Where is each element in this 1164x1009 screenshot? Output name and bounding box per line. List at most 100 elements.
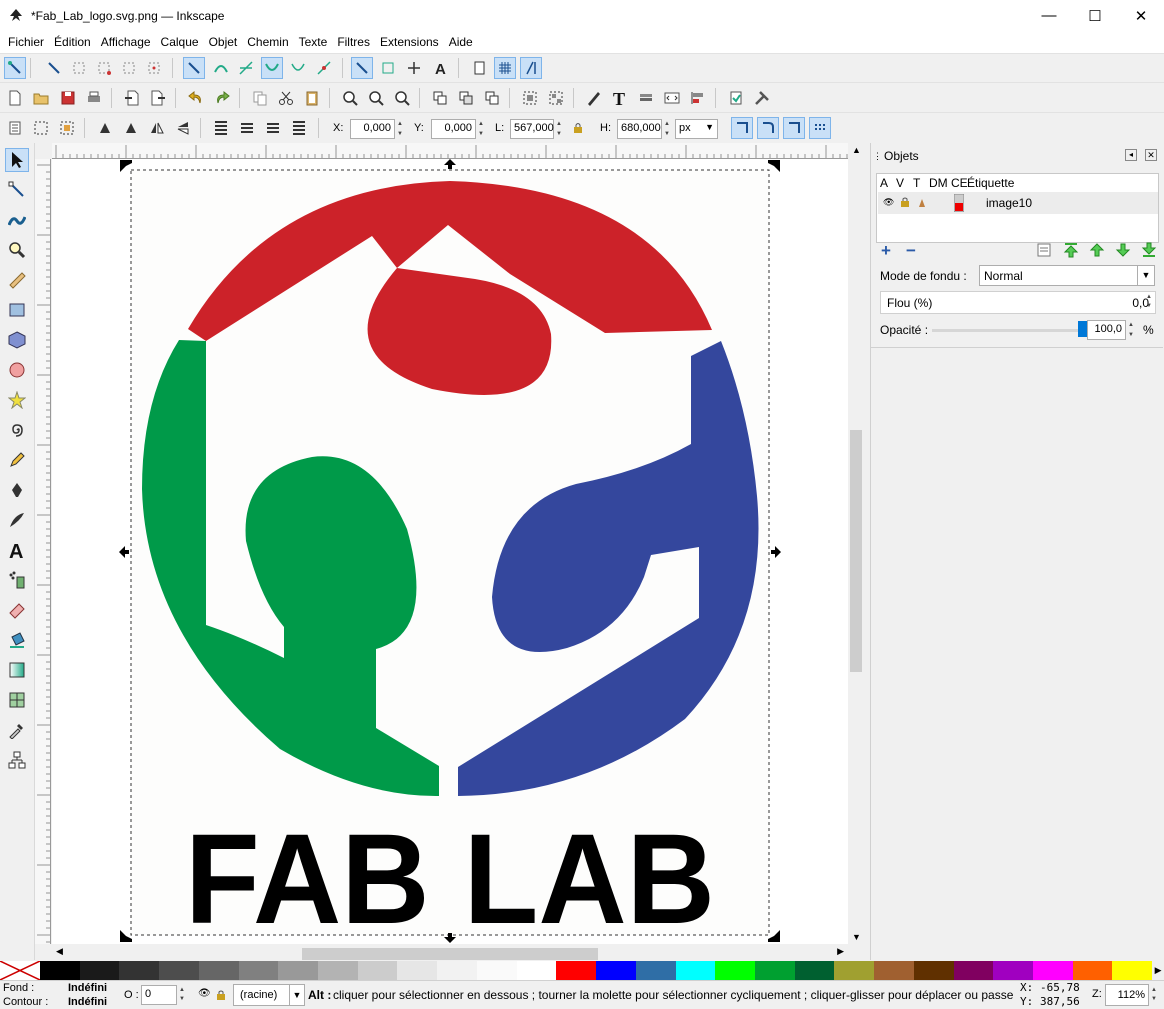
no-paint-swatch[interactable] (0, 961, 40, 980)
pen-tool-icon[interactable] (5, 478, 29, 502)
transform-patterns-icon[interactable] (809, 117, 831, 139)
object-label[interactable]: image10 (986, 196, 1032, 210)
snap-toggle-icon[interactable] (4, 57, 26, 79)
height-field[interactable]: 680,000 (617, 119, 662, 139)
snap-page-icon[interactable] (468, 57, 490, 79)
spray-tool-icon[interactable] (5, 568, 29, 592)
new-document-icon[interactable] (4, 87, 26, 109)
current-layer-select[interactable]: (racine) ▼ (233, 984, 305, 1006)
fill-value[interactable]: Indéfini (68, 982, 107, 994)
fill-stroke-icon[interactable] (583, 87, 605, 109)
lower-to-bottom-icon[interactable] (1141, 242, 1157, 258)
color-swatch[interactable] (834, 961, 875, 980)
close-button[interactable]: ✕ (1118, 0, 1164, 31)
raise-icon[interactable] (1089, 242, 1105, 258)
menu-edition[interactable]: Édition (49, 35, 96, 49)
transform-gradients-icon[interactable] (783, 117, 805, 139)
zoom-tool-icon[interactable] (5, 238, 29, 262)
zoom-selection-icon[interactable] (339, 87, 361, 109)
menu-filtres[interactable]: Filtres (332, 35, 375, 49)
handle-top[interactable] (444, 159, 456, 169)
color-swatch[interactable] (596, 961, 636, 980)
paste-icon[interactable] (301, 87, 323, 109)
layer-lock-icon[interactable] (216, 990, 226, 1000)
clone-icon[interactable] (455, 87, 477, 109)
snap-cusp-icon[interactable] (261, 57, 283, 79)
cut-icon[interactable] (275, 87, 297, 109)
opacity-spinner[interactable]: ▲ ▼ (1128, 320, 1134, 340)
color-swatch[interactable] (993, 961, 1033, 980)
pencil-tool-icon[interactable] (5, 448, 29, 472)
visibility-eye-icon[interactable]: 👁 (883, 197, 894, 208)
remove-icon[interactable]: − (906, 241, 916, 261)
color-swatch[interactable] (437, 961, 477, 980)
height-spinner[interactable]: ▲ ▼ (662, 119, 672, 139)
color-swatch[interactable] (635, 961, 676, 980)
handle-top-left[interactable] (120, 160, 132, 172)
text-font-icon[interactable]: T (609, 87, 631, 109)
color-swatch[interactable] (953, 961, 994, 980)
raise-icon[interactable] (236, 117, 258, 139)
menu-texte[interactable]: Texte (294, 35, 333, 49)
opacity-slider-track[interactable] (932, 329, 1082, 332)
snap-smooth-icon[interactable] (287, 57, 309, 79)
col-v[interactable]: V (896, 176, 904, 190)
color-swatch[interactable] (159, 961, 199, 980)
snap-bbox-midpoint-icon[interactable] (118, 57, 140, 79)
minimize-button[interactable]: — (1026, 0, 1072, 31)
connector-tool-icon[interactable] (5, 748, 29, 772)
dropper-tool-icon[interactable] (5, 718, 29, 742)
color-swatch[interactable] (913, 961, 954, 980)
color-swatch[interactable] (1072, 961, 1113, 980)
vertical-scroll-thumb[interactable] (850, 430, 862, 672)
group-icon[interactable] (519, 87, 541, 109)
redo-icon[interactable] (211, 87, 233, 109)
snap-guide-icon[interactable] (520, 57, 542, 79)
handle-bottom-left[interactable] (120, 930, 132, 942)
unlink-clone-icon[interactable] (481, 87, 503, 109)
preferences-icon[interactable] (751, 87, 773, 109)
y-field[interactable]: 0,000 (431, 119, 476, 139)
col-dm[interactable]: DM (929, 176, 948, 190)
col-ce[interactable]: CE (951, 176, 968, 190)
horizontal-scroll-thumb[interactable] (302, 948, 598, 960)
lower-icon[interactable] (1115, 242, 1131, 258)
object-row[interactable]: 👁 image10 (878, 192, 1158, 214)
menu-calque[interactable]: Calque (156, 35, 204, 49)
layer-visibility-icon[interactable]: 👁 (198, 988, 211, 999)
opacity-slider-thumb[interactable] (1078, 321, 1087, 337)
spiral-tool-icon[interactable] (5, 418, 29, 442)
color-swatch[interactable] (278, 961, 319, 980)
vertical-ruler[interactable] (35, 159, 51, 944)
objects-tree[interactable]: A V T DM CE Étiquette 👁 image10 (876, 173, 1159, 243)
menu-fichier[interactable]: Fichier (3, 35, 49, 49)
3d-box-tool-icon[interactable] (5, 328, 29, 352)
width-spinner[interactable]: ▲ ▼ (554, 119, 564, 139)
color-swatch[interactable] (79, 961, 120, 980)
star-tool-icon[interactable] (5, 388, 29, 412)
document-properties-icon[interactable] (725, 87, 747, 109)
flip-vertical-icon[interactable] (172, 117, 194, 139)
ellipse-tool-icon[interactable] (5, 358, 29, 382)
text-tool-icon[interactable]: A (5, 538, 29, 562)
snap-bbox-edge-icon[interactable] (68, 57, 90, 79)
undo-icon[interactable] (185, 87, 207, 109)
zoom-drawing-icon[interactable] (365, 87, 387, 109)
snap-rotation-center-icon[interactable] (403, 57, 425, 79)
tweak-tool-icon[interactable] (5, 208, 29, 232)
handle-bottom-right[interactable] (768, 930, 780, 942)
handle-top-right[interactable] (768, 160, 780, 172)
measure-tool-icon[interactable] (5, 268, 29, 292)
export-icon[interactable] (147, 87, 169, 109)
scale-stroke-icon[interactable] (731, 117, 753, 139)
stroke-value[interactable]: Indéfini (68, 996, 107, 1008)
align-distribute-icon[interactable] (687, 87, 709, 109)
print-icon[interactable] (83, 87, 105, 109)
color-swatch[interactable] (357, 961, 398, 980)
selector-tool-icon[interactable] (5, 148, 29, 172)
import-icon[interactable] (121, 87, 143, 109)
color-swatch[interactable] (1112, 961, 1153, 980)
add-layer-icon[interactable]: + (881, 241, 891, 261)
color-swatch[interactable] (794, 961, 835, 980)
color-swatch[interactable] (1032, 961, 1073, 980)
